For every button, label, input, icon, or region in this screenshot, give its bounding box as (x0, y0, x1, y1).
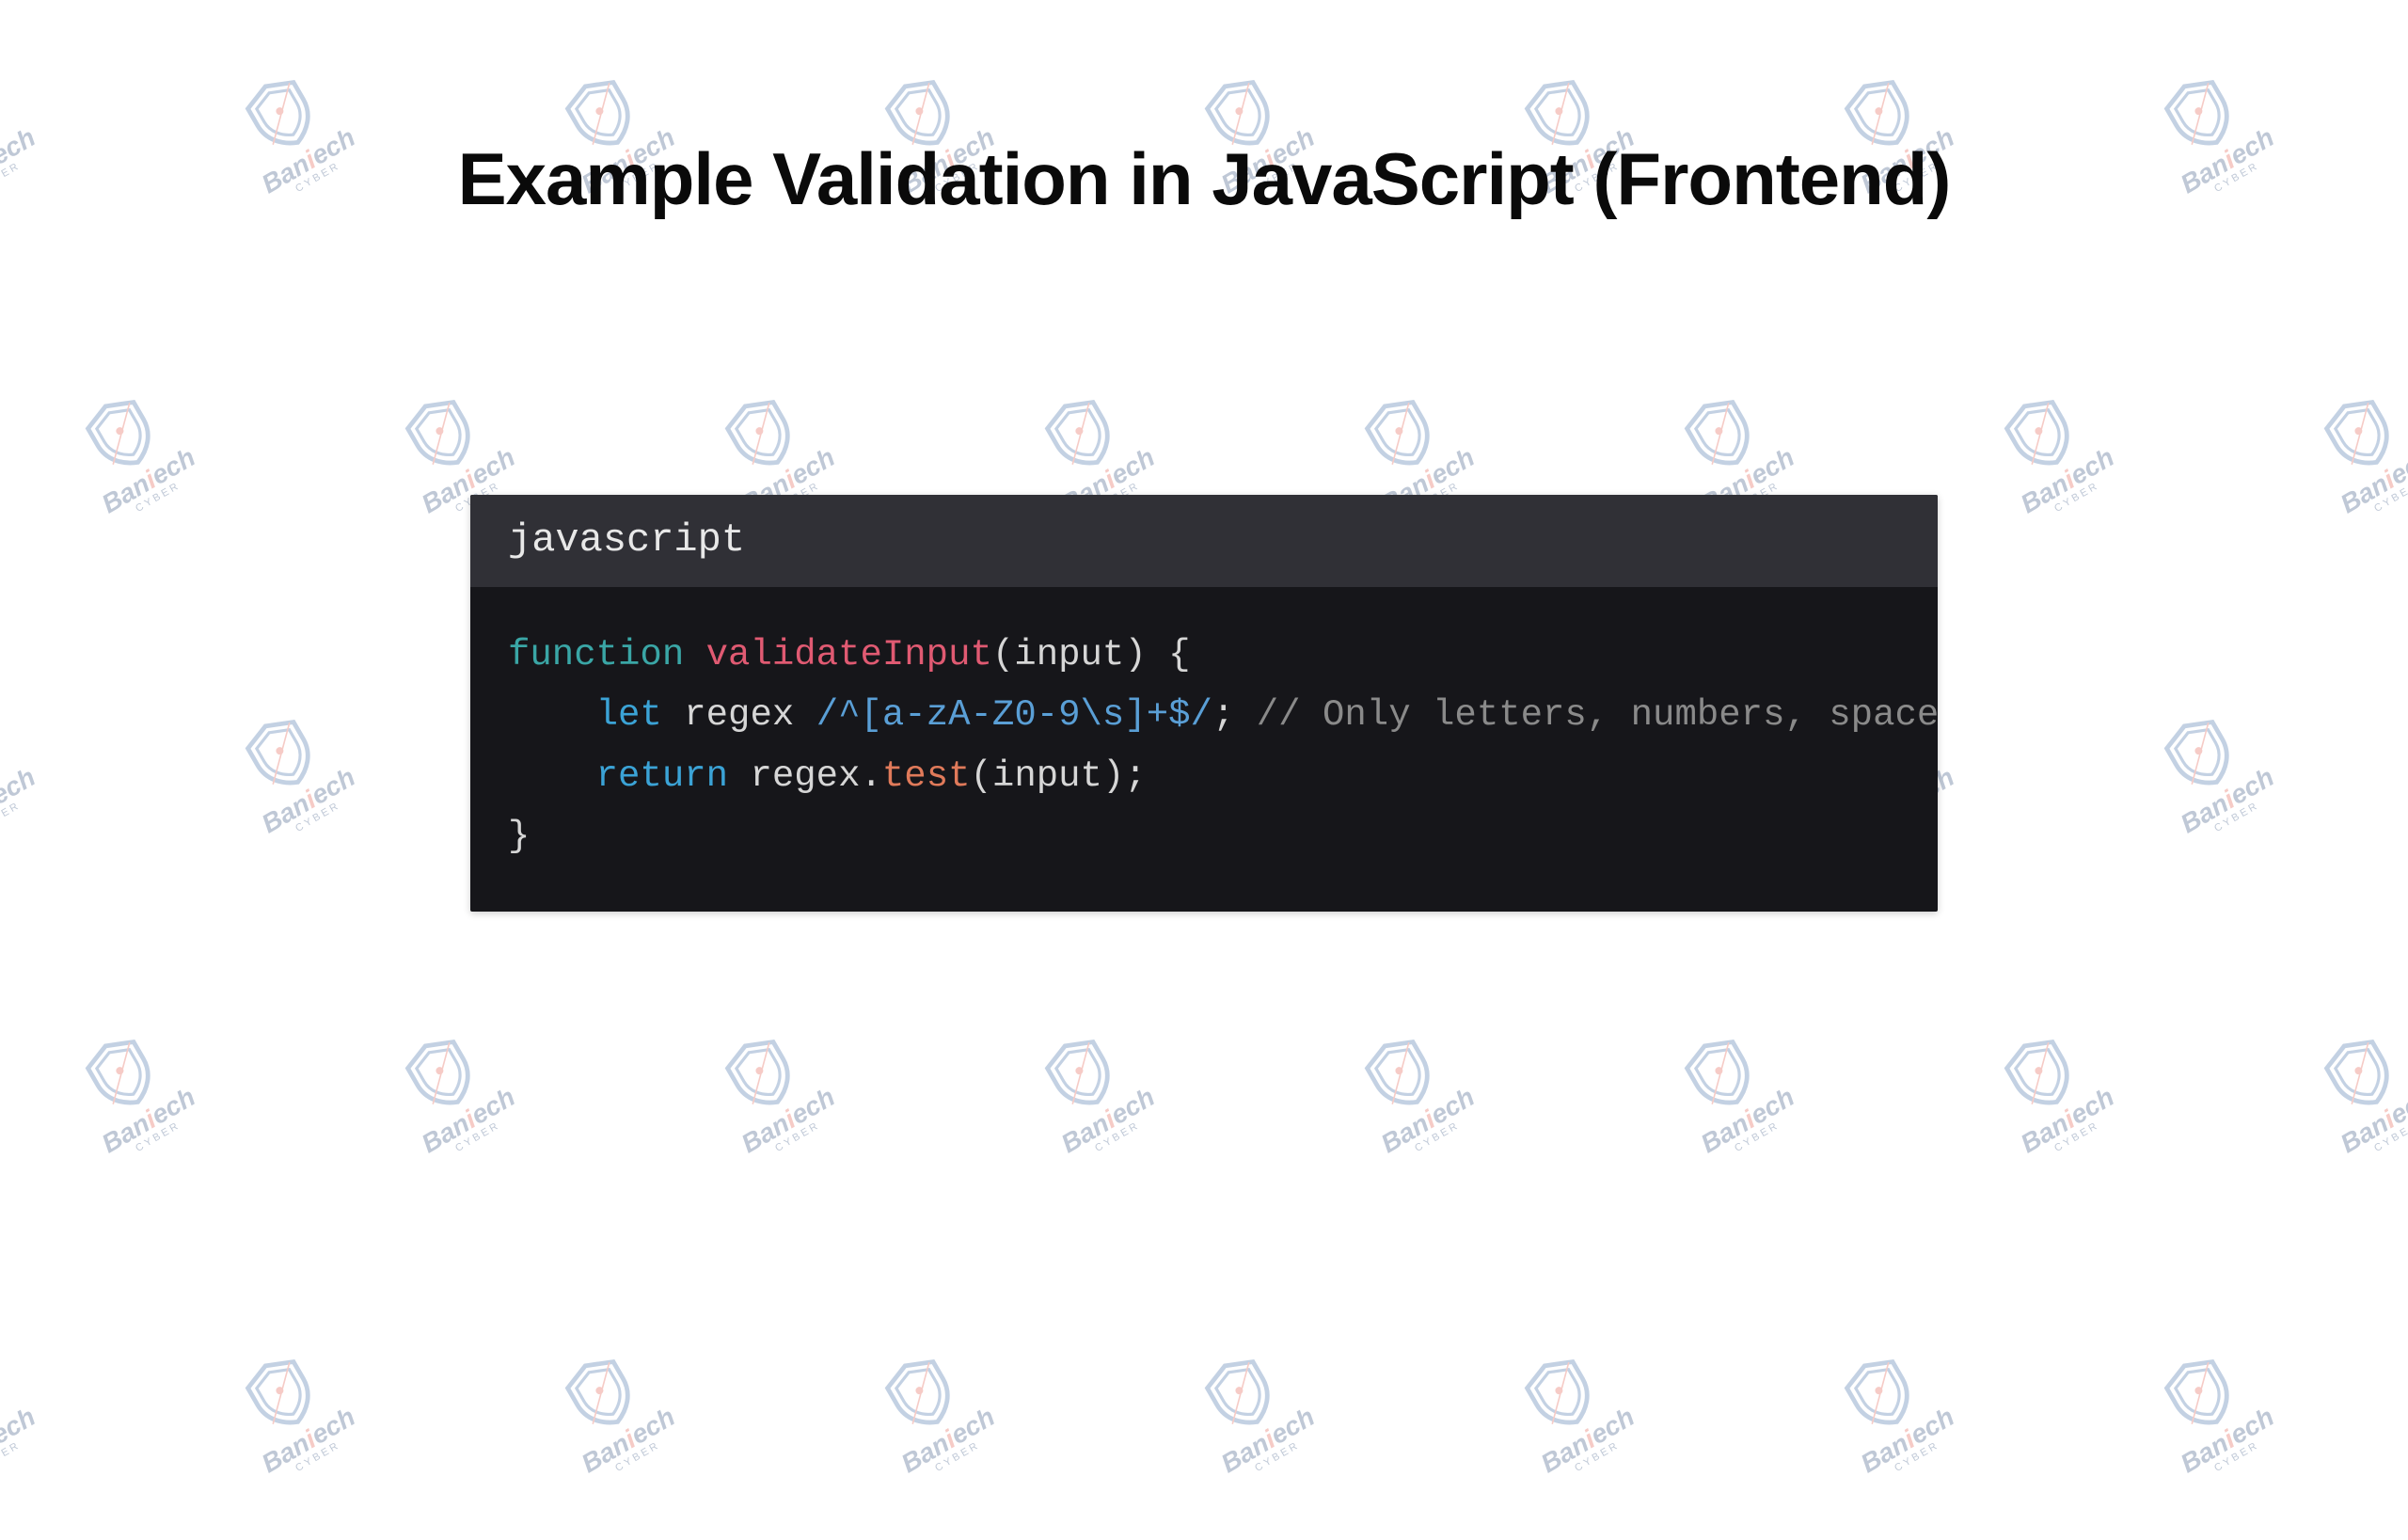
code-identifier: regex (684, 694, 816, 736)
content-area: Example Validation in JavaScript (Fronte… (0, 0, 2408, 1204)
code-brace: } (508, 816, 530, 857)
code-comment: // Only letters, numbers, spaces (1257, 694, 1938, 736)
code-keyword: return (596, 755, 728, 797)
code-params: (input) { (992, 634, 1191, 675)
code-language-label: javascript (470, 495, 1938, 587)
code-body: function validateInput(input) { let rege… (470, 587, 1938, 912)
code-keyword: let (596, 694, 662, 736)
code-method: test (882, 755, 971, 797)
code-rest: (input); (971, 755, 1147, 797)
code-identifier: regex. (750, 755, 881, 797)
page-title: Example Validation in JavaScript (Fronte… (458, 136, 1951, 222)
code-function-name: validateInput (706, 634, 992, 675)
code-block: javascript function validateInput(input)… (470, 495, 1938, 912)
code-keyword: function (508, 634, 684, 675)
code-punct: ; (1212, 694, 1234, 736)
code-regex: /^[a-zA-Z0-9\s]+$/ (816, 694, 1212, 736)
